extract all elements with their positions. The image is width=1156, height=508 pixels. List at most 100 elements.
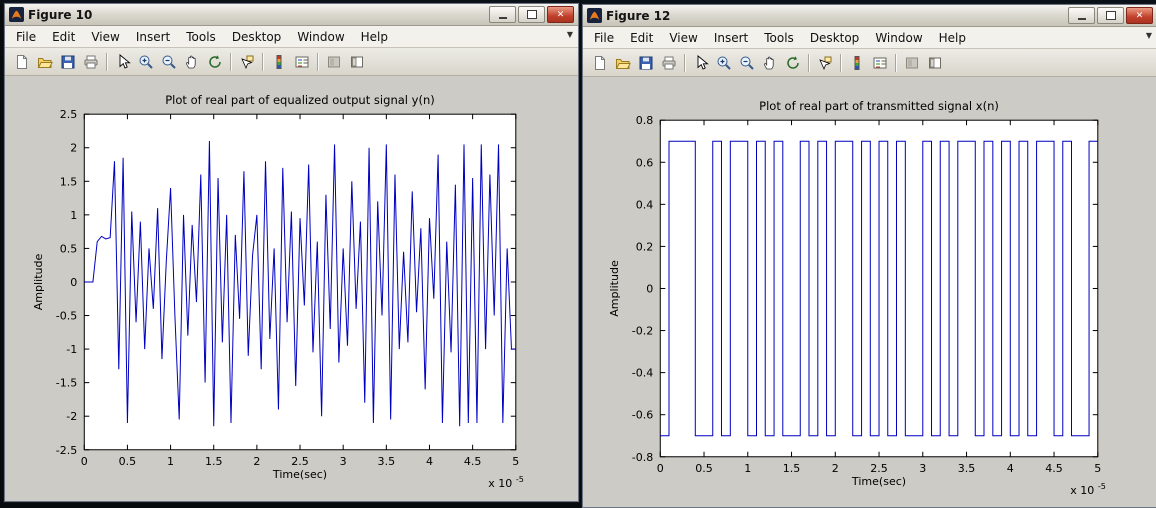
- window-controls: ✕: [489, 6, 574, 23]
- svg-text:5: 5: [1094, 462, 1101, 475]
- menu-overflow-icon[interactable]: ▼: [567, 31, 573, 39]
- svg-text:-0.2: -0.2: [632, 325, 654, 338]
- svg-text:Plot of real part of equalized: Plot of real part of equalized output si…: [165, 93, 435, 107]
- edit-plot-pointer-icon[interactable]: [111, 51, 134, 73]
- svg-text:4: 4: [1007, 462, 1014, 475]
- titlebar[interactable]: Figure 12 ✕: [583, 5, 1156, 27]
- new-document-icon[interactable]: [588, 52, 611, 74]
- print-icon[interactable]: [657, 52, 680, 74]
- svg-text:0: 0: [81, 455, 88, 468]
- figure-canvas: 0 0.5 1 1.5 2 2.5 3 3.5 4 4.5 5 -0.8 -0.6 -0.4 -0.2 0 0.…: [583, 77, 1156, 507]
- svg-text:-0.8: -0.8: [632, 451, 654, 464]
- menu-item-view[interactable]: View: [83, 28, 127, 46]
- toolbar-separator: [808, 53, 809, 72]
- menu-item-edit[interactable]: Edit: [622, 29, 661, 47]
- save-icon[interactable]: [56, 51, 79, 73]
- menu-item-help[interactable]: Help: [931, 29, 974, 47]
- minimize-button[interactable]: [1068, 7, 1095, 24]
- data-cursor-icon[interactable]: [813, 52, 836, 74]
- menu-item-window[interactable]: Window: [289, 28, 352, 46]
- open-folder-icon[interactable]: [33, 51, 56, 73]
- menu-item-view[interactable]: View: [661, 29, 705, 47]
- restore-button[interactable]: [518, 6, 545, 23]
- svg-text:0.5: 0.5: [119, 455, 137, 468]
- figure-toolbar: [5, 48, 578, 76]
- menu-item-tools[interactable]: Tools: [178, 28, 224, 46]
- insert-colorbar-icon[interactable]: [267, 51, 290, 73]
- svg-text:0: 0: [70, 276, 77, 289]
- svg-text:1: 1: [70, 209, 77, 222]
- figure-canvas: 0 0.5 1 1.5 2 2.5 3 3.5 4 4.5 5 -2.5 -2 -1.5 -1 -0.5 0 0.…: [5, 76, 578, 501]
- menu-item-help[interactable]: Help: [353, 28, 396, 46]
- svg-text:0: 0: [657, 462, 664, 475]
- menu-item-edit[interactable]: Edit: [44, 28, 83, 46]
- menu-item-insert[interactable]: Insert: [128, 28, 178, 46]
- menu-item-tools[interactable]: Tools: [756, 29, 802, 47]
- menu-item-desktop[interactable]: Desktop: [224, 28, 290, 46]
- matlab-figure-icon: [587, 8, 602, 23]
- plot-canvas[interactable]: 0 0.5 1 1.5 2 2.5 3 3.5 4 4.5 5 -2.5 -2 -1.5 -1 -0.5 0 0.…: [5, 76, 578, 501]
- insert-colorbar-icon[interactable]: [845, 52, 868, 74]
- svg-text:2: 2: [253, 455, 260, 468]
- svg-text:1.5: 1.5: [60, 175, 78, 188]
- plot-canvas[interactable]: 0 0.5 1 1.5 2 2.5 3 3.5 4 4.5 5 -0.8 -0.6 -0.4 -0.2 0 0.…: [583, 77, 1156, 507]
- open-folder-icon[interactable]: [611, 52, 634, 74]
- rotate-3d-icon[interactable]: [781, 52, 804, 74]
- svg-text:Amplitude: Amplitude: [608, 260, 621, 317]
- svg-text:4.5: 4.5: [464, 455, 482, 468]
- menu-item-desktop[interactable]: Desktop: [802, 29, 868, 47]
- titlebar[interactable]: Figure 10 ✕: [5, 4, 578, 26]
- svg-text:5: 5: [512, 455, 519, 468]
- insert-legend-icon[interactable]: [290, 51, 313, 73]
- figure-toolbar: [583, 49, 1156, 77]
- svg-text:-0.6: -0.6: [632, 409, 654, 422]
- minimize-button[interactable]: [489, 6, 516, 23]
- pan-icon[interactable]: [180, 51, 203, 73]
- zoom-in-icon[interactable]: [134, 51, 157, 73]
- svg-text:-1: -1: [66, 343, 77, 356]
- svg-text:-2: -2: [66, 410, 77, 423]
- svg-text:0: 0: [646, 282, 653, 295]
- matlab-figure-icon: [9, 7, 24, 22]
- svg-text:3.5: 3.5: [378, 455, 396, 468]
- toolbar-separator: [317, 52, 318, 71]
- svg-text:3: 3: [340, 455, 347, 468]
- zoom-out-icon[interactable]: [157, 51, 180, 73]
- insert-legend-icon[interactable]: [868, 52, 891, 74]
- figure-window-12: Figure 12 ✕ File Edit View Insert Tools Deskt…: [582, 4, 1156, 508]
- zoom-out-icon[interactable]: [735, 52, 758, 74]
- menu-item-file[interactable]: File: [8, 28, 44, 46]
- window-controls: ✕: [1068, 7, 1153, 24]
- close-button[interactable]: ✕: [1126, 7, 1153, 24]
- show-plot-tools-icon[interactable]: [923, 52, 946, 74]
- print-icon[interactable]: [79, 51, 102, 73]
- toolbar-separator: [895, 53, 896, 72]
- menu-item-window[interactable]: Window: [867, 29, 930, 47]
- hide-plot-tools-icon[interactable]: [900, 52, 923, 74]
- menu-overflow-icon[interactable]: ▼: [1146, 32, 1152, 40]
- svg-text:Time(sec): Time(sec): [272, 468, 327, 481]
- figure-window-10: Figure 10 ✕ File Edit View Insert Tools Deskt…: [4, 3, 579, 502]
- zoom-in-icon[interactable]: [712, 52, 735, 74]
- menu-item-file[interactable]: File: [586, 29, 622, 47]
- save-icon[interactable]: [634, 52, 657, 74]
- svg-text:Time(sec): Time(sec): [851, 475, 906, 488]
- svg-text:-2.5: -2.5: [56, 444, 78, 457]
- window-title: Figure 10: [28, 7, 93, 22]
- close-button[interactable]: ✕: [547, 6, 574, 23]
- svg-text:2.5: 2.5: [60, 108, 78, 121]
- new-document-icon[interactable]: [10, 51, 33, 73]
- edit-plot-pointer-icon[interactable]: [689, 52, 712, 74]
- restore-button[interactable]: [1097, 7, 1124, 24]
- svg-text:1: 1: [744, 462, 751, 475]
- rotate-3d-icon[interactable]: [203, 51, 226, 73]
- pan-icon[interactable]: [758, 52, 781, 74]
- data-cursor-icon[interactable]: [235, 51, 258, 73]
- svg-text:1.5: 1.5: [205, 455, 223, 468]
- toolbar-separator: [262, 52, 263, 71]
- svg-text:2.5: 2.5: [870, 462, 888, 475]
- show-plot-tools-icon[interactable]: [345, 51, 368, 73]
- hide-plot-tools-icon[interactable]: [322, 51, 345, 73]
- svg-text:-1.5: -1.5: [56, 377, 78, 390]
- menu-item-insert[interactable]: Insert: [706, 29, 756, 47]
